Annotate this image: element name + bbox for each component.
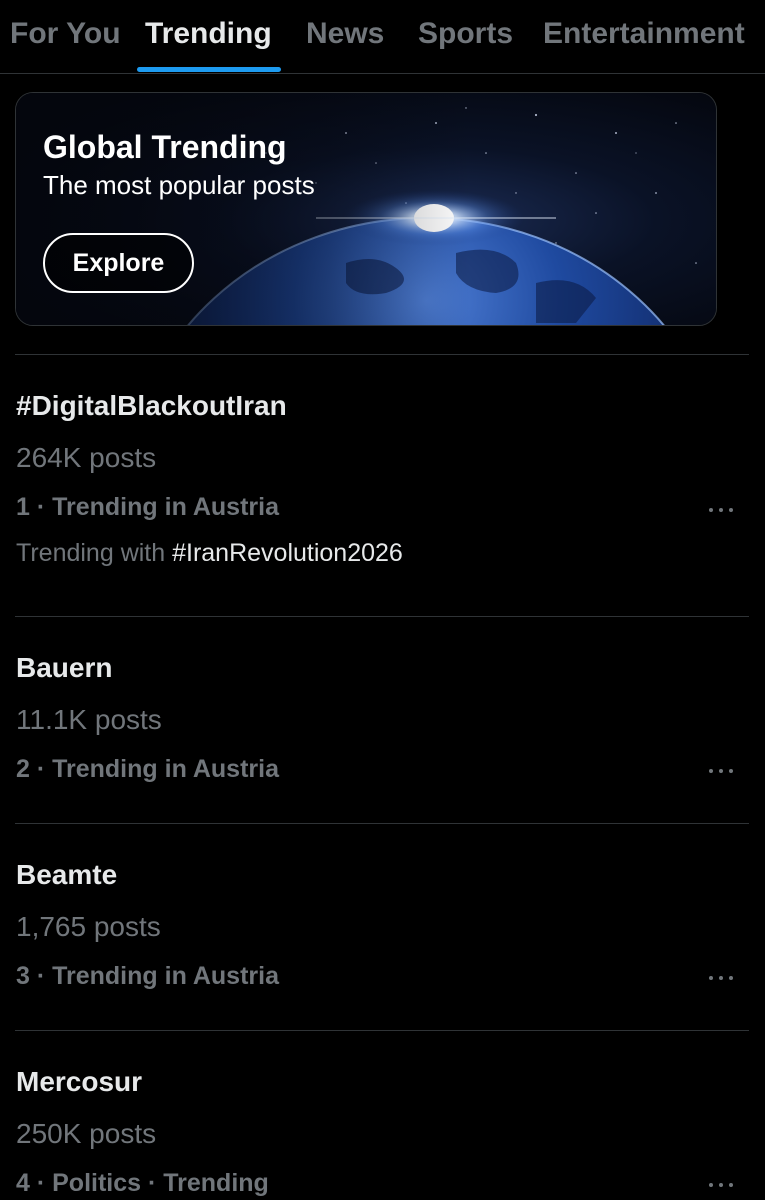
active-tab-indicator — [137, 67, 281, 72]
trend-name: Beamte — [16, 859, 118, 890]
trend-name: Bauern — [16, 652, 113, 683]
divider — [15, 823, 749, 824]
trending-with-hashtag[interactable]: #IranRevolution2026 — [172, 539, 403, 567]
trend-item[interactable]: #DigitalBlackoutIran 264K posts 1 · Tren… — [0, 390, 765, 590]
tab-for-you[interactable]: For You — [10, 14, 121, 54]
more-horizontal-icon[interactable] — [706, 968, 736, 988]
divider — [15, 354, 749, 355]
trending-with-label: Trending with — [16, 539, 173, 567]
trend-item[interactable]: Beamte 1,765 posts 3 · Trending in Austr… — [0, 859, 765, 1009]
trend-rank-location: 2 · Trending in Austria — [16, 755, 279, 783]
divider — [15, 1030, 749, 1031]
global-trending-banner[interactable]: Global Trending The most popular posts E… — [15, 92, 717, 326]
trend-rank-location: 1 · Trending in Austria — [16, 493, 279, 521]
tab-entertainment[interactable]: Entertainment — [543, 14, 745, 54]
trend-post-count: 250K posts — [16, 1118, 157, 1149]
trend-name: Mercosur — [16, 1066, 143, 1097]
banner-title: Global Trending — [43, 129, 287, 165]
trend-rank-location: 3 · Trending in Austria — [16, 962, 279, 990]
more-horizontal-icon[interactable] — [706, 500, 736, 520]
divider — [15, 616, 749, 617]
explore-button[interactable]: Explore — [43, 233, 194, 293]
banner-subtitle: The most popular posts — [43, 170, 315, 200]
trend-name: #DigitalBlackoutIran — [16, 390, 287, 421]
more-horizontal-icon[interactable] — [706, 1175, 736, 1195]
tab-news[interactable]: News — [306, 14, 384, 54]
more-horizontal-icon[interactable] — [706, 761, 736, 781]
top-tab-bar: For You Trending News Sports Entertainme… — [0, 0, 765, 74]
trending-with: Trending with #IranRevolution2026 — [16, 539, 403, 568]
trend-item[interactable]: Bauern 11.1K posts 2 · Trending in Austr… — [0, 652, 765, 802]
trend-post-count: 1,765 posts — [16, 911, 161, 942]
trend-rank-location: 4 · Politics · Trending — [16, 1169, 269, 1197]
trend-post-count: 264K posts — [16, 442, 157, 473]
tab-trending[interactable]: Trending — [145, 14, 272, 54]
trend-post-count: 11.1K posts — [16, 704, 162, 735]
tab-sports[interactable]: Sports — [418, 14, 513, 54]
trend-item[interactable]: Mercosur 250K posts 4 · Politics · Trend… — [0, 1066, 765, 1200]
